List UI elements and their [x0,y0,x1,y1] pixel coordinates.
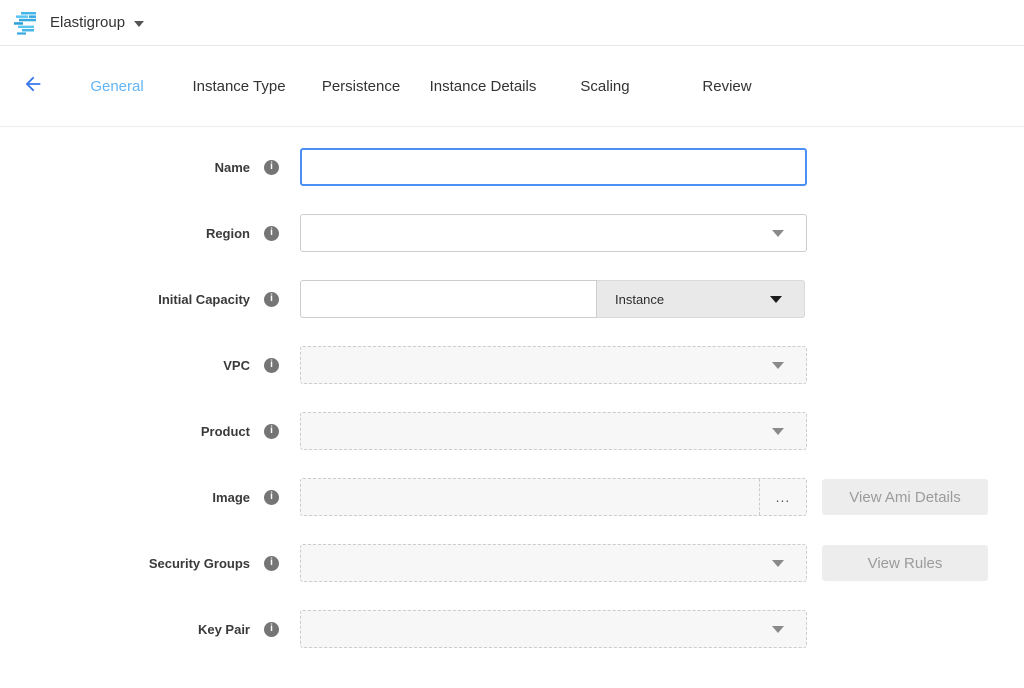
product-row: Product i [0,412,1024,450]
security-groups-chevron-down-icon [772,560,784,567]
image-input: ... [300,478,807,516]
region-row: Region i [0,214,1024,252]
tab-instance-type[interactable]: Instance Type [178,78,300,95]
key-pair-info-icon[interactable]: i [264,622,279,637]
arrow-back-icon [22,73,44,100]
key-pair-label: Key Pair [0,622,250,637]
name-row: Name i [0,148,1024,186]
initial-capacity-label: Initial Capacity [0,292,250,307]
view-ami-details-button[interactable]: View Ami Details [822,479,988,515]
product-chevron-down-icon [772,428,784,435]
product-info-icon[interactable]: i [264,424,279,439]
capacity-unit-select[interactable]: Instance [597,280,805,318]
top-bar: Elastigroup [0,0,1024,46]
wizard-tab-bar: General Instance Type Persistence Instan… [0,46,1024,127]
key-pair-chevron-down-icon [772,626,784,633]
initial-capacity-info-icon[interactable]: i [264,292,279,307]
back-button[interactable] [22,75,44,97]
general-settings-form: Name i Region i Initial Capacity i Insta… [0,127,1024,648]
image-row: Image i ... View Ami Details [0,478,1024,516]
security-groups-label: Security Groups [0,556,250,571]
tab-scaling[interactable]: Scaling [544,78,666,95]
vpc-row: VPC i [0,346,1024,384]
tab-general[interactable]: General [56,78,178,95]
initial-capacity-row: Initial Capacity i Instance [0,280,1024,318]
vpc-chevron-down-icon [772,362,784,369]
name-input[interactable] [300,148,807,186]
tab-persistence[interactable]: Persistence [300,78,422,95]
image-browse-button[interactable]: ... [759,479,806,515]
capacity-unit-chevron-down-icon [770,296,782,303]
wizard-tabs: General Instance Type Persistence Instan… [56,78,788,95]
product-select [300,412,807,450]
product-switcher-chevron-down-icon[interactable] [134,21,144,27]
tab-review[interactable]: Review [666,78,788,95]
security-groups-row: Security Groups i View Rules [0,544,1024,582]
image-value [301,479,759,515]
vpc-select [300,346,807,384]
name-info-icon[interactable]: i [264,160,279,175]
vpc-info-icon[interactable]: i [264,358,279,373]
image-info-icon[interactable]: i [264,490,279,505]
initial-capacity-input[interactable] [300,280,597,318]
region-label: Region [0,226,250,241]
image-label: Image [0,490,250,505]
security-groups-select [300,544,807,582]
key-pair-select [300,610,807,648]
security-groups-info-icon[interactable]: i [264,556,279,571]
product-switcher-title[interactable]: Elastigroup [50,14,125,31]
product-label: Product [0,424,250,439]
region-info-icon[interactable]: i [264,226,279,241]
region-chevron-down-icon [772,230,784,237]
capacity-unit-value: Instance [615,292,664,307]
region-select[interactable] [300,214,807,252]
key-pair-row: Key Pair i [0,610,1024,648]
tab-instance-details[interactable]: Instance Details [422,78,544,95]
name-label: Name [0,160,250,175]
elastigroup-logo-icon [14,11,40,35]
view-rules-button[interactable]: View Rules [822,545,988,581]
vpc-label: VPC [0,358,250,373]
